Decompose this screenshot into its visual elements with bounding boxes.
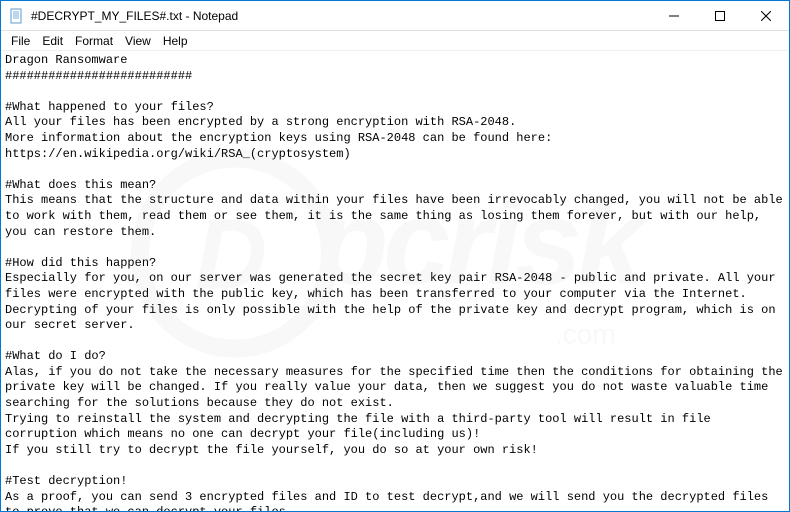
menu-edit[interactable]: Edit: [36, 32, 69, 50]
minimize-button[interactable]: [651, 1, 697, 30]
text-content[interactable]: Dragon Ransomware ######################…: [1, 50, 789, 511]
close-button[interactable]: [743, 1, 789, 30]
maximize-button[interactable]: [697, 1, 743, 30]
menu-help[interactable]: Help: [157, 32, 194, 50]
window-title: #DECRYPT_MY_FILES#.txt - Notepad: [31, 9, 651, 23]
menu-file[interactable]: File: [5, 32, 36, 50]
notepad-window: #DECRYPT_MY_FILES#.txt - Notepad File Ed…: [0, 0, 790, 512]
notepad-icon: [9, 8, 25, 24]
titlebar: #DECRYPT_MY_FILES#.txt - Notepad: [1, 1, 789, 31]
menu-view[interactable]: View: [119, 32, 157, 50]
menubar: File Edit Format View Help: [1, 31, 789, 50]
menu-format[interactable]: Format: [69, 32, 119, 50]
window-controls: [651, 1, 789, 30]
